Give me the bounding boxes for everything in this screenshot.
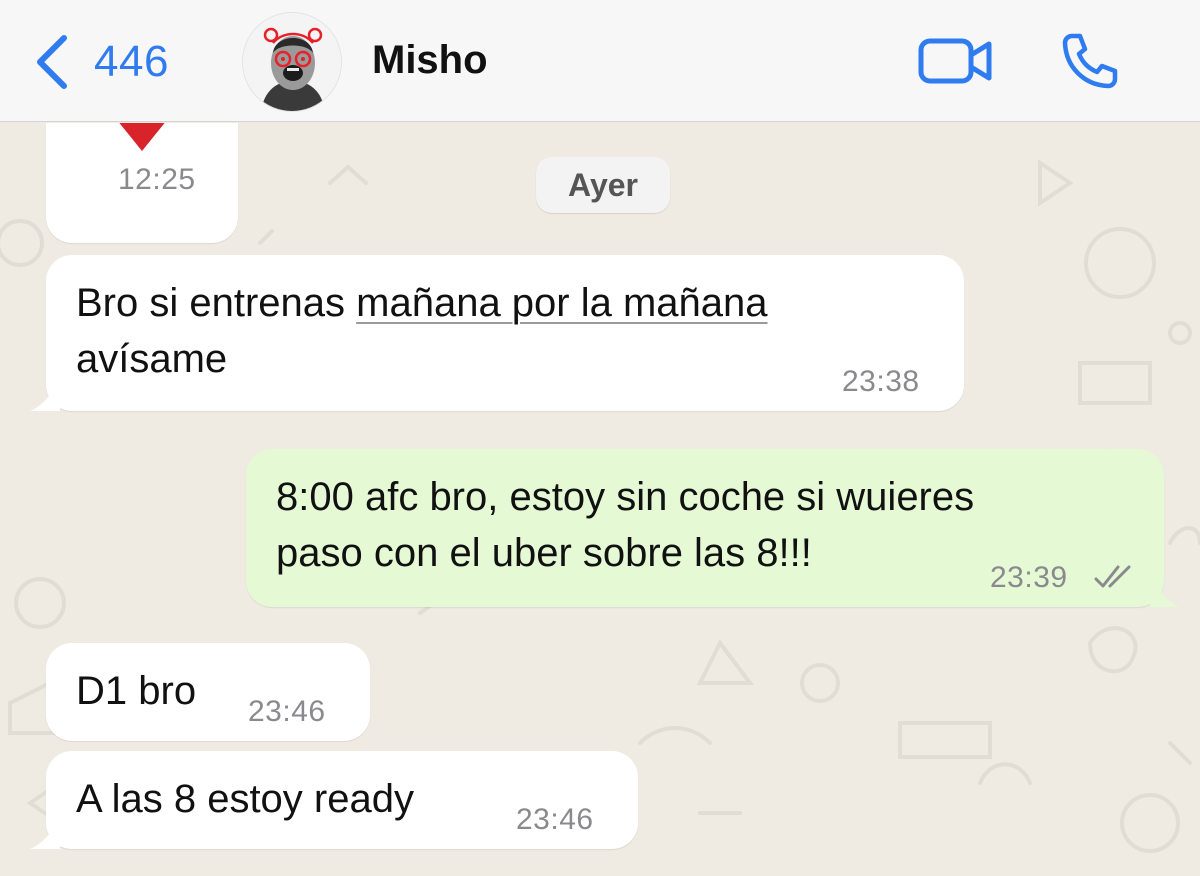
video-call-button[interactable] <box>918 36 994 91</box>
avatar[interactable] <box>242 12 342 112</box>
back-button[interactable]: 446 <box>34 34 169 90</box>
chat-header: 446 Misho <box>0 0 1200 122</box>
contact-name[interactable]: Misho <box>372 38 488 83</box>
message-text: 8:00 afc bro, estoy sin coche si wuieres… <box>276 469 974 581</box>
message-bubble-incoming[interactable]: D1 bro 23:46 <box>46 643 370 741</box>
double-check-icon <box>1094 565 1131 588</box>
video-camera-icon <box>918 38 992 84</box>
message-bubble-incoming[interactable]: 12:25 <box>46 123 238 243</box>
message-list[interactable]: 12:25 Ayer Bro si entrenas mañana por la… <box>0 123 1200 876</box>
bubble-tail <box>1150 577 1180 607</box>
phone-icon <box>1062 33 1118 89</box>
message-time: 12:25 <box>118 163 196 196</box>
message-text: A las 8 estoy ready <box>76 777 414 821</box>
message-time: 23:38 <box>842 365 920 398</box>
avatar-image <box>243 13 341 111</box>
message-text: D1 bro <box>76 669 197 713</box>
heart-emoji-icon <box>119 123 165 151</box>
message-text: Bro si entrenas mañana por la mañana aví… <box>76 275 768 387</box>
message-bubble-incoming[interactable]: Bro si entrenas mañana por la mañana aví… <box>30 255 964 411</box>
message-time: 23:46 <box>516 803 594 836</box>
message-bubble-incoming[interactable]: A las 8 estoy ready 23:46 <box>30 751 638 849</box>
date-separator: Ayer <box>536 157 670 213</box>
message-text-part: Bro si entrenas <box>76 281 357 325</box>
bubble-tail <box>30 819 60 849</box>
message-bubble-outgoing[interactable]: 8:00 afc bro, estoy sin coche si wuieres… <box>246 449 1180 607</box>
chevron-left-icon <box>37 35 67 89</box>
message-time: 23:39 <box>990 561 1068 594</box>
message-time: 23:46 <box>248 695 326 728</box>
message-text-part: avísame <box>76 337 228 381</box>
unread-count: 446 <box>94 37 169 86</box>
voice-call-button[interactable] <box>1058 30 1120 97</box>
message-text-part: paso con el uber sobre las 8!!! <box>276 531 812 575</box>
bubble-tail <box>30 381 60 411</box>
date-link[interactable]: mañana por la mañana <box>356 281 767 325</box>
message-text-part: 8:00 afc bro, estoy sin coche si wuieres <box>276 475 975 519</box>
